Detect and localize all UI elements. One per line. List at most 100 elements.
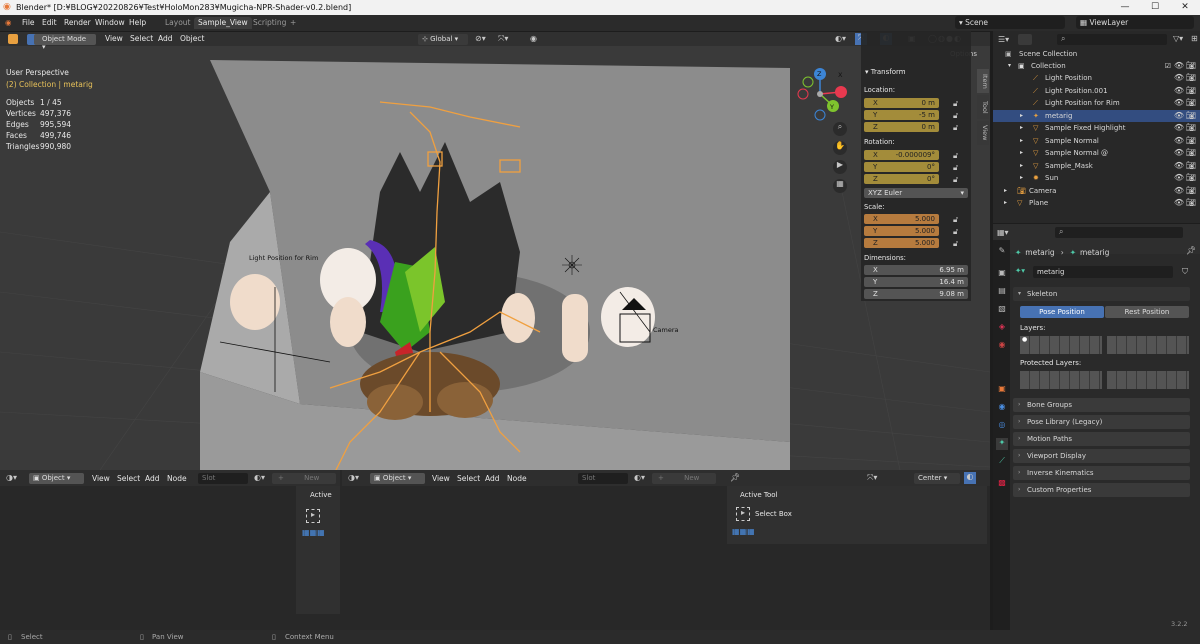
inverse-kinematics-panel[interactable]: › Inverse Kinematics — [1013, 466, 1190, 480]
rotation-y-field[interactable]: Y 0° — [864, 162, 939, 172]
transform-panel-header[interactable]: ▾ Transform — [865, 68, 906, 76]
pan-hand-icon[interactable]: ✋ — [833, 141, 847, 155]
custom-properties-panel[interactable]: › Custom Properties — [1013, 483, 1190, 497]
rest-position-button[interactable]: Rest Position — [1105, 306, 1189, 318]
menu-help[interactable]: Help — [129, 18, 146, 27]
left-menu-view[interactable]: View — [92, 474, 110, 483]
constraint-tab-icon[interactable]: ◎ — [996, 420, 1008, 432]
slot-dropdown-right[interactable]: Slot — [578, 473, 628, 484]
rotation-y-lock-icon[interactable]: 🔓︎ — [953, 163, 958, 173]
maximize-button[interactable]: ☐ — [1140, 0, 1170, 15]
tool-tab-icon[interactable]: ✎ — [996, 246, 1008, 258]
viewport-menu-view[interactable]: View — [105, 34, 123, 43]
tool-mode-icons[interactable]: ▦▦▦ — [732, 527, 755, 536]
shader-type-dropdown-left[interactable]: ▣ Object ▾ — [29, 473, 84, 484]
tab-scripting[interactable]: Scripting — [249, 17, 290, 29]
outliner-row[interactable]: ▸ ✦ metarig 👁︎ 📷︎ — [993, 109, 1200, 122]
editor-type-icon[interactable]: ◑▾ — [6, 473, 17, 482]
render-camera-icon[interactable]: 📷︎ — [1186, 61, 1196, 70]
pivot-center-dropdown[interactable]: Center ▾ — [914, 473, 960, 484]
outliner-row[interactable]: ▸ ▽ Sample Fixed Highlight 👁︎ 📷︎ — [993, 122, 1200, 134]
left-menu-node[interactable]: Node — [167, 474, 187, 483]
expand-arrow-icon[interactable]: ▸ — [1020, 162, 1023, 169]
shield-icon[interactable]: ⛉ — [1182, 267, 1188, 277]
render-camera-icon[interactable]: 📷︎ — [1186, 148, 1196, 157]
pivot-icon[interactable]: ⊘▾ — [475, 34, 486, 43]
output-tab-icon[interactable]: ▤ — [996, 286, 1008, 298]
eye-icon[interactable]: 👁︎ — [1174, 148, 1184, 157]
viewport-menu-add[interactable]: Add — [158, 34, 173, 43]
eye-icon[interactable]: 👁︎ — [1174, 123, 1184, 132]
eye-icon[interactable]: 👁︎ — [1174, 173, 1184, 182]
properties-editor-icon[interactable]: ▦▾ — [997, 228, 1009, 237]
render-camera-icon[interactable]: 📷︎ — [1186, 98, 1196, 107]
viewlayer-selector[interactable]: ▦ ViewLayer — [1076, 16, 1194, 29]
new-collection-icon[interactable]: ⊞ — [1191, 34, 1198, 43]
overlay-toggle-icon[interactable]: ◐ — [964, 472, 976, 484]
menu-edit[interactable]: Edit — [42, 18, 57, 27]
outliner-search-input[interactable]: ⌕ — [1057, 34, 1167, 45]
expand-arrow-icon[interactable]: ▸ — [1020, 112, 1023, 119]
new-material-button-right[interactable]: + New — [652, 473, 716, 484]
eye-icon[interactable]: 👁︎ — [1174, 161, 1184, 170]
bone-groups-panel[interactable]: › Bone Groups — [1013, 398, 1190, 412]
render-camera-icon[interactable]: 📷︎ — [1186, 161, 1196, 170]
rotation-x-field[interactable]: X -0.000009° — [864, 150, 939, 160]
display-mode-button[interactable] — [1018, 34, 1032, 45]
skeleton-panel-header[interactable]: ▾ Skeleton — [1013, 287, 1190, 301]
expand-arrow-icon[interactable]: ▸ — [1020, 124, 1023, 131]
left-menu-add[interactable]: Add — [145, 474, 160, 483]
protected-layers-grid-right[interactable] — [1107, 371, 1189, 389]
left-menu-select[interactable]: Select — [117, 474, 140, 483]
world-tab-icon[interactable]: ◉ — [996, 340, 1008, 352]
right-menu-add[interactable]: Add — [485, 474, 500, 483]
eye-icon[interactable]: 👁︎ — [1174, 86, 1184, 95]
render-camera-icon[interactable]: 📷︎ — [1186, 136, 1196, 145]
outliner-row[interactable]: ▸ 📷︎ Camera 👁︎ 📷︎ — [993, 185, 1200, 197]
pose-library-panel[interactable]: › Pose Library (Legacy) — [1013, 415, 1190, 429]
expand-arrow-icon[interactable]: ▸ — [1020, 149, 1023, 156]
render-camera-icon[interactable]: 📷︎ — [1186, 86, 1196, 95]
dimension-y-field[interactable]: Y 16.4 m — [864, 277, 968, 287]
scale-x-lock-icon[interactable]: 🔓︎ — [953, 215, 958, 225]
armature-data-tab-icon[interactable]: ✦ — [996, 438, 1008, 450]
outliner-row[interactable]: ▸ ▽ Plane 👁︎ 📷︎ — [993, 197, 1200, 209]
location-y-lock-icon[interactable]: 🔓︎ — [953, 111, 958, 121]
collection-checkbox[interactable]: ☑ — [1165, 62, 1171, 70]
location-y-field[interactable]: Y -5 m — [864, 110, 939, 120]
menu-render[interactable]: Render — [64, 18, 91, 27]
render-camera-icon[interactable]: 📷︎ — [1186, 173, 1196, 182]
collection-row[interactable]: ▾ ▣ Collection ☑ 👁︎ 📷︎ — [993, 60, 1200, 72]
grid-projection-icon[interactable]: ▦ — [833, 179, 847, 193]
eye-icon[interactable]: 👁︎ — [1174, 136, 1184, 145]
modifier-tab-icon[interactable]: ◉ — [996, 402, 1008, 414]
right-menu-select[interactable]: Select — [457, 474, 480, 483]
tab-layout[interactable]: Layout — [161, 17, 195, 29]
armature-data-name-field[interactable]: metarig — [1033, 266, 1173, 278]
outliner-editor-icon[interactable]: ☰▾ — [998, 35, 1009, 44]
right-menu-node[interactable]: Node — [507, 474, 527, 483]
tab-view[interactable]: View — [977, 121, 989, 145]
editor-type-icon[interactable] — [8, 34, 18, 44]
material-icon[interactable]: ◐▾ — [254, 473, 265, 482]
scale-x-field[interactable]: X 5.000 — [864, 214, 939, 224]
zoom-icon[interactable]: ⌕ — [833, 122, 847, 136]
location-z-lock-icon[interactable]: 🔓︎ — [953, 123, 958, 133]
motion-paths-panel[interactable]: › Motion Paths — [1013, 432, 1190, 446]
editor-type-icon[interactable]: ◑▾ — [348, 473, 359, 482]
minimize-button[interactable]: — — [1110, 0, 1140, 15]
eye-icon[interactable]: 👁︎ — [1174, 73, 1184, 82]
pose-position-button[interactable]: Pose Position — [1020, 306, 1104, 318]
render-camera-icon[interactable]: 📷︎ — [1186, 73, 1196, 82]
render-camera-icon[interactable]: 📷︎ — [1186, 198, 1196, 207]
outliner-row[interactable]: ⟋ Light Position 👁︎ 📷︎ — [993, 72, 1200, 84]
texture-tab-icon[interactable]: ▩ — [996, 478, 1008, 490]
menu-file[interactable]: File — [22, 18, 35, 27]
expand-arrow-icon[interactable]: ▸ — [1004, 199, 1007, 206]
scale-y-lock-icon[interactable]: 🔓︎ — [953, 227, 958, 237]
rotation-z-lock-icon[interactable]: 🔓︎ — [953, 175, 958, 185]
shader-type-dropdown-right[interactable]: ▣ Object ▾ — [370, 473, 425, 484]
slot-dropdown-left[interactable]: Slot — [198, 473, 248, 484]
bone-tab-icon[interactable]: ⟋ — [996, 456, 1008, 468]
snap-icon[interactable]: ⤧▾ — [867, 473, 877, 483]
